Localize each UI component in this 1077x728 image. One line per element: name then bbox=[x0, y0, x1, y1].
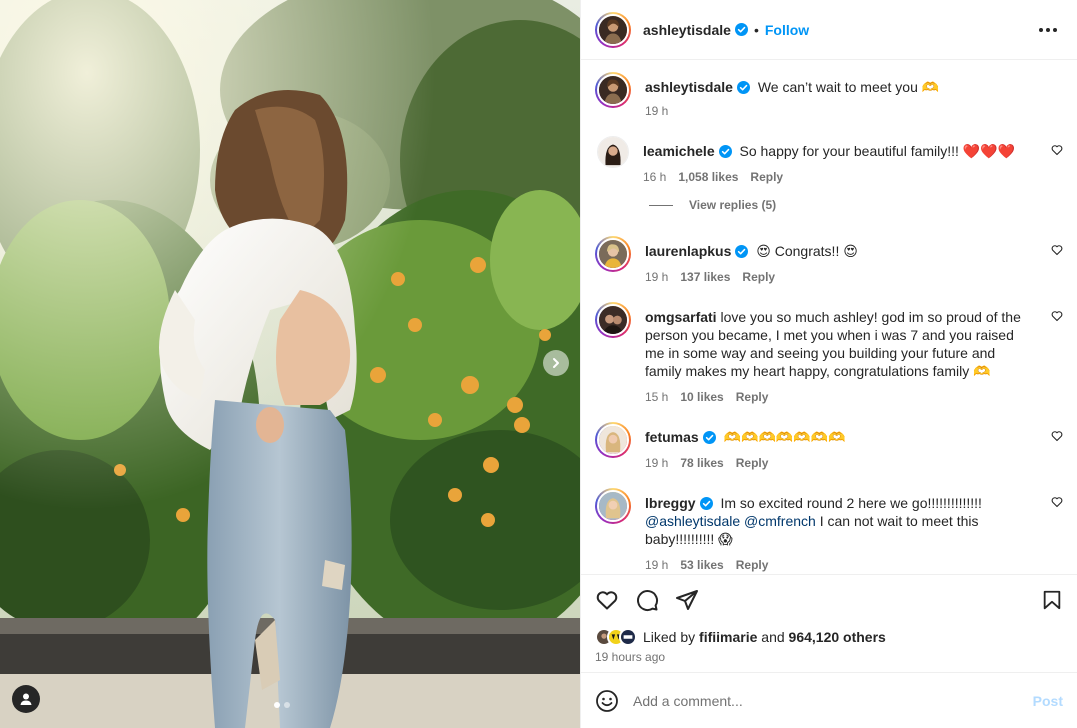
mention-link[interactable]: @cmfrench bbox=[744, 513, 816, 529]
caption-row: ashleytisdale We can’t wait to meet you … bbox=[595, 72, 1063, 120]
likes-summary: Liked by fifiimarie and 964,120 others bbox=[581, 624, 1077, 650]
post-sidebar: ashleytisdale • Follow ashleytisdale We … bbox=[580, 0, 1077, 728]
comment-avatar[interactable] bbox=[597, 136, 629, 168]
post-actions bbox=[581, 574, 1077, 624]
caption-text: We can’t wait to meet you 🫶 bbox=[757, 79, 940, 95]
author-username[interactable]: ashleytisdale bbox=[643, 22, 731, 38]
reply-button[interactable]: Reply bbox=[736, 388, 769, 406]
comment-avatar[interactable] bbox=[595, 488, 631, 524]
save-button[interactable] bbox=[1041, 589, 1063, 611]
tagged-users-button[interactable] bbox=[12, 685, 40, 713]
like-comment-heart-icon[interactable] bbox=[1051, 144, 1063, 156]
post-photo bbox=[0, 0, 580, 728]
comment-username[interactable]: omgsarfati bbox=[645, 309, 717, 325]
more-options-button[interactable] bbox=[1033, 22, 1063, 38]
verified-icon bbox=[702, 431, 716, 444]
like-comment-heart-icon[interactable] bbox=[1051, 244, 1063, 256]
comment-likes[interactable]: 53 likes bbox=[680, 556, 723, 574]
comment-likes[interactable]: 10 likes bbox=[680, 388, 723, 406]
caption-username[interactable]: ashleytisdale bbox=[645, 79, 733, 95]
comment-avatar[interactable] bbox=[595, 422, 631, 458]
likes-count[interactable]: 964,120 others bbox=[789, 629, 886, 645]
comment-row: fetumas 🫶🫶🫶🫶🫶🫶🫶 19 h 78 likes Reply bbox=[595, 422, 1063, 472]
view-replies-label: View replies (5) bbox=[689, 198, 777, 212]
liked-by-and: and bbox=[761, 629, 785, 645]
comment-icon bbox=[637, 589, 659, 611]
comment-row: lbreggy Im so excited round 2 here we go… bbox=[595, 488, 1063, 574]
comment-time: 19 h bbox=[645, 270, 669, 284]
comment-username[interactable]: fetumas bbox=[645, 429, 699, 445]
comment-username[interactable]: laurenlapkus bbox=[645, 243, 731, 259]
next-photo-button[interactable] bbox=[543, 350, 569, 376]
verified-icon bbox=[736, 81, 750, 94]
reply-button[interactable]: Reply bbox=[736, 454, 769, 472]
like-comment-heart-icon[interactable] bbox=[1051, 310, 1063, 322]
author-avatar[interactable] bbox=[595, 11, 631, 48]
comment-composer: Post bbox=[581, 672, 1077, 728]
comment-text: Im so excited round 2 here we go!!!!!!!!… bbox=[720, 495, 982, 511]
comment-row: laurenlapkus 😍 Congrats!! 😍 19 h 137 lik… bbox=[595, 236, 1063, 286]
comment-username[interactable]: lbreggy bbox=[645, 495, 696, 511]
comment-avatar[interactable] bbox=[595, 236, 631, 272]
follow-button[interactable]: Follow bbox=[765, 22, 809, 38]
view-replies-button[interactable]: View replies (5) bbox=[649, 198, 1063, 212]
verified-icon bbox=[735, 245, 749, 258]
liker-avatars[interactable] bbox=[595, 628, 637, 646]
post-header: ashleytisdale • Follow bbox=[581, 0, 1077, 60]
share-button[interactable] bbox=[675, 588, 699, 612]
liked-by-prefix: Liked by bbox=[643, 629, 696, 645]
comment-text: 🫶🫶🫶🫶🫶🫶🫶 bbox=[723, 429, 846, 445]
more-icon bbox=[1039, 27, 1043, 32]
comment-button[interactable] bbox=[635, 588, 659, 612]
liker-avatar bbox=[619, 628, 637, 646]
mention-link[interactable]: @ashleytisdale bbox=[645, 513, 740, 529]
comment-time: 19 h bbox=[645, 456, 669, 470]
reply-button[interactable]: Reply bbox=[742, 268, 775, 286]
view-replies-line bbox=[649, 204, 673, 206]
share-icon bbox=[676, 589, 698, 610]
caption-avatar[interactable] bbox=[595, 72, 631, 108]
verified-icon bbox=[699, 497, 713, 510]
comment-likes[interactable]: 1,058 likes bbox=[678, 168, 738, 186]
verified-icon bbox=[718, 145, 732, 158]
comment-time: 15 h bbox=[645, 390, 669, 404]
post-modal: ashleytisdale • Follow ashleytisdale We … bbox=[0, 0, 1077, 728]
post-comment-button[interactable]: Post bbox=[1033, 693, 1063, 709]
comment-likes[interactable]: 137 likes bbox=[680, 268, 730, 286]
comment-row: leamichele So happy for your beautiful f… bbox=[595, 136, 1063, 186]
comment-text: 😍 Congrats!! 😍 bbox=[756, 243, 858, 259]
post-time: 19 hours ago bbox=[595, 650, 666, 664]
comment-time: 19 h bbox=[645, 558, 669, 572]
liked-by-user[interactable]: fifiimarie bbox=[699, 629, 757, 645]
comment-input[interactable] bbox=[633, 692, 1019, 709]
separator-dot: • bbox=[753, 21, 759, 38]
caption-time: 19 h bbox=[645, 104, 669, 118]
comment-username[interactable]: leamichele bbox=[643, 143, 715, 159]
carousel-dot bbox=[284, 702, 290, 708]
user-tag-icon bbox=[20, 693, 32, 705]
comment-row: omgsarfati love you so much ashley! god … bbox=[595, 302, 1063, 406]
carousel-dot-active bbox=[274, 702, 280, 708]
like-button[interactable] bbox=[595, 588, 619, 612]
reply-button[interactable]: Reply bbox=[736, 556, 769, 574]
reply-button[interactable]: Reply bbox=[750, 168, 783, 186]
bookmark-icon bbox=[1043, 590, 1061, 609]
like-comment-heart-icon[interactable] bbox=[1051, 430, 1063, 442]
comment-avatar[interactable] bbox=[595, 302, 631, 338]
chevron-right-icon bbox=[553, 358, 559, 368]
post-media bbox=[0, 0, 580, 728]
verified-icon bbox=[734, 23, 748, 36]
emoji-button[interactable] bbox=[595, 689, 619, 713]
emoji-icon bbox=[596, 689, 618, 712]
comments-list[interactable]: ashleytisdale We can’t wait to meet you … bbox=[581, 60, 1077, 574]
comment-likes[interactable]: 78 likes bbox=[680, 454, 723, 472]
like-comment-heart-icon[interactable] bbox=[1051, 496, 1063, 508]
comment-text: So happy for your beautiful family!!! ❤️… bbox=[739, 143, 1016, 159]
heart-icon bbox=[596, 590, 618, 609]
comment-time: 16 h bbox=[643, 170, 667, 184]
carousel-indicator bbox=[274, 702, 290, 708]
